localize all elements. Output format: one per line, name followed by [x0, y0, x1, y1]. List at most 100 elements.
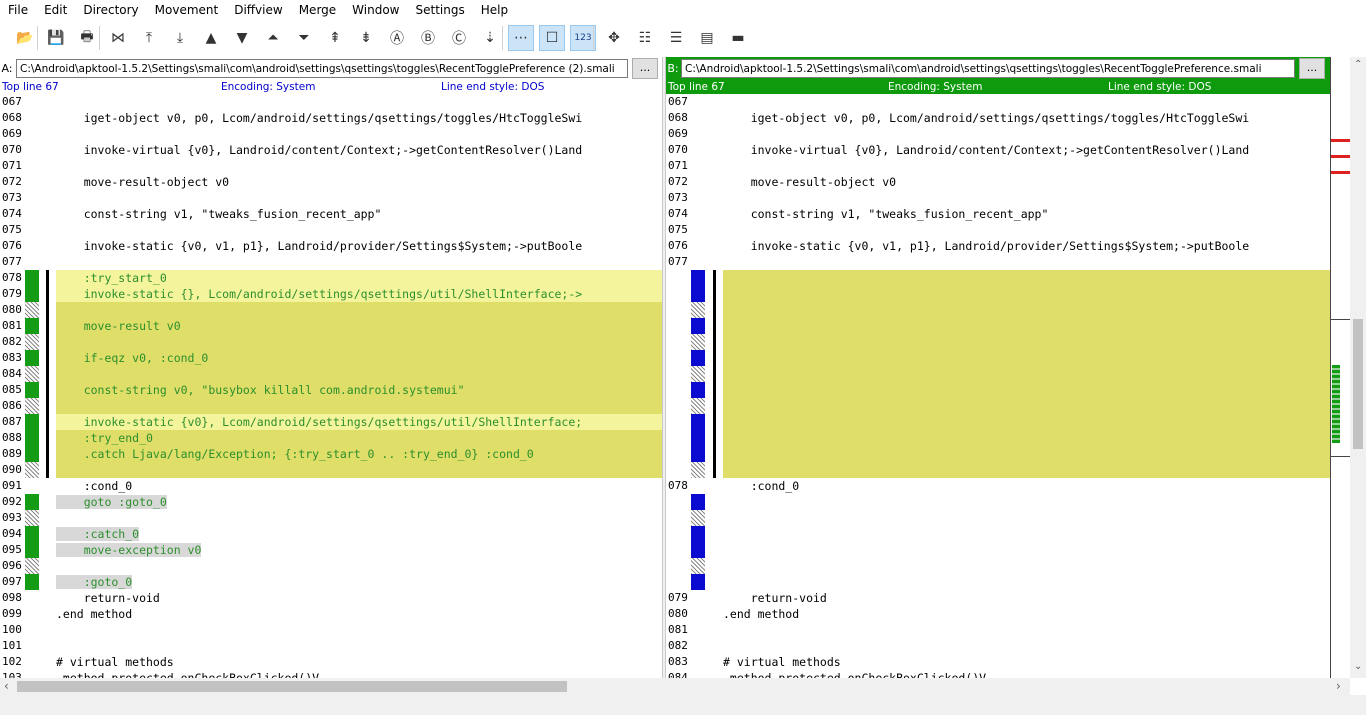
code-line[interactable]: 068 iget-object v0, p0, Lcom/android/set… — [666, 110, 1330, 126]
code-line[interactable]: 075 — [666, 222, 1330, 238]
pane-b-path-field[interactable]: C:\Android\apktool-1.5.2\Settings\smali\… — [681, 59, 1295, 78]
code-line[interactable] — [666, 462, 1330, 478]
code-line[interactable]: 070 invoke-virtual {v0}, Landroid/conten… — [666, 142, 1330, 158]
code-line[interactable]: 069 — [0, 126, 662, 142]
next-conflict-button[interactable]: ⏷ — [291, 25, 317, 51]
next-delta-button[interactable]: ▼ — [229, 25, 255, 51]
code-line[interactable]: 069 — [666, 126, 1330, 142]
collapse-button[interactable]: ▬ — [725, 25, 751, 51]
prev-delta-button[interactable]: ▲ — [198, 25, 224, 51]
code-line[interactable]: 087 invoke-static {v0}, Lcom/android/set… — [0, 414, 662, 430]
goto-first-delta-button[interactable]: ⤒ — [136, 25, 162, 51]
menu-merge[interactable]: Merge — [291, 0, 344, 20]
code-line[interactable] — [666, 302, 1330, 318]
code-line[interactable]: 102 # virtual methods — [0, 654, 662, 670]
save-button[interactable]: 💾 — [43, 25, 69, 51]
code-line[interactable]: 098 return-void — [0, 590, 662, 606]
code-line[interactable]: 093 — [0, 510, 662, 526]
code-line[interactable]: 073 — [666, 190, 1330, 206]
code-line[interactable]: 081 move-result v0 — [0, 318, 662, 334]
code-line[interactable] — [666, 318, 1330, 334]
code-line[interactable]: 094 :catch_0 — [0, 526, 662, 542]
code-line[interactable]: 084 .method protected onCheckBoxClicked()… — [666, 670, 1330, 678]
menu-movement[interactable]: Movement — [147, 0, 227, 20]
menu-file[interactable]: File — [0, 0, 36, 20]
word-wrap-button[interactable]: ▤ — [694, 25, 720, 51]
code-line[interactable]: 084 — [0, 366, 662, 382]
code-line[interactable] — [666, 542, 1330, 558]
menu-diffview[interactable]: Diffview — [226, 0, 290, 20]
code-line[interactable]: 070 invoke-virtual {v0}, Landroid/conten… — [0, 142, 662, 158]
code-line[interactable]: 101 — [0, 638, 662, 654]
scroll-up-icon[interactable]: ⌃ — [1354, 59, 1362, 70]
code-line[interactable]: 096 — [0, 558, 662, 574]
code-line[interactable] — [666, 398, 1330, 414]
code-line[interactable]: 092 goto :goto_0 — [0, 494, 662, 510]
code-line[interactable]: 089 .catch Ljava/lang/Exception; {:try_s… — [0, 446, 662, 462]
code-line[interactable]: 083 if-eqz v0, :cond_0 — [0, 350, 662, 366]
prev-conflict-button[interactable]: ⏶ — [260, 25, 286, 51]
code-line[interactable]: 090 — [0, 462, 662, 478]
code-line[interactable]: 073 — [0, 190, 662, 206]
code-line[interactable]: 075 — [0, 222, 662, 238]
code-line[interactable] — [666, 510, 1330, 526]
prev-unsolved-button[interactable]: ⇞ — [322, 25, 348, 51]
code-line[interactable] — [666, 446, 1330, 462]
goto-last-delta-button[interactable]: ⤓ — [167, 25, 193, 51]
code-line[interactable]: 074 const-string v1, "tweaks_fusion_rece… — [0, 206, 662, 222]
menu-help[interactable]: Help — [473, 0, 516, 20]
choose-a-button[interactable]: Ⓐ — [384, 25, 410, 51]
split-diff-button[interactable]: ☷ — [632, 25, 658, 51]
code-line[interactable]: 080 .end method — [666, 606, 1330, 622]
code-line[interactable]: 071 — [666, 158, 1330, 174]
overview-button[interactable]: ✥ — [601, 25, 627, 51]
code-line[interactable]: 076 invoke-static {v0, v1, p1}, Landroid… — [666, 238, 1330, 254]
code-line[interactable]: 079 return-void — [666, 590, 1330, 606]
scroll-left-icon[interactable]: ‹ — [4, 679, 9, 693]
code-line[interactable] — [666, 430, 1330, 446]
scroll-right-icon[interactable]: › — [1336, 679, 1341, 693]
print-button[interactable]: 🖶 — [74, 25, 100, 51]
code-line[interactable] — [666, 270, 1330, 286]
code-line[interactable]: 072 move-result-object v0 — [666, 174, 1330, 190]
code-line[interactable] — [666, 494, 1330, 510]
code-line[interactable] — [666, 382, 1330, 398]
select-current-diff-button[interactable]: ⋈ — [105, 25, 131, 51]
code-line[interactable]: 099 .end method — [0, 606, 662, 622]
code-line[interactable] — [666, 334, 1330, 350]
code-line[interactable]: 097 :goto_0 — [0, 574, 662, 590]
code-line[interactable] — [666, 526, 1330, 542]
show-whitespace-button[interactable]: ⋯ — [508, 25, 534, 51]
code-line[interactable]: 100 — [0, 622, 662, 638]
code-line[interactable]: 088 :try_end_0 — [0, 430, 662, 446]
code-line[interactable]: 085 const-string v0, "busybox killall co… — [0, 382, 662, 398]
code-line[interactable] — [666, 574, 1330, 590]
scroll-down-icon[interactable]: ⌄ — [1354, 661, 1362, 672]
show-whitespace-in-diff-button[interactable]: ☐ — [539, 25, 565, 51]
code-line[interactable]: 074 const-string v1, "tweaks_fusion_rece… — [666, 206, 1330, 222]
horizontal-scrollbar[interactable]: ‹ › — [0, 678, 1350, 695]
location-overview[interactable] — [1330, 57, 1351, 678]
code-line[interactable]: 082 — [0, 334, 662, 350]
code-line[interactable] — [666, 286, 1330, 302]
next-unsolved-button[interactable]: ⇟ — [353, 25, 379, 51]
code-line[interactable] — [666, 558, 1330, 574]
code-line[interactable]: 067 — [666, 94, 1330, 110]
code-line[interactable]: 091 :cond_0 — [0, 478, 662, 494]
code-line[interactable]: 080 — [0, 302, 662, 318]
open-folder-button[interactable]: 📂 — [12, 25, 38, 51]
code-line[interactable]: 067 — [0, 94, 662, 110]
menu-window[interactable]: Window — [344, 0, 407, 20]
code-line[interactable] — [666, 366, 1330, 382]
vertical-scroll-thumb[interactable] — [1353, 319, 1363, 449]
code-line[interactable]: 082 — [666, 638, 1330, 654]
vertical-scrollbar[interactable]: ⌃ ⌄ — [1350, 57, 1366, 678]
code-line[interactable]: 071 — [0, 158, 662, 174]
code-line[interactable]: 076 invoke-static {v0, v1, p1}, Landroid… — [0, 238, 662, 254]
horizontal-scroll-thumb[interactable] — [17, 681, 567, 692]
menu-settings[interactable]: Settings — [408, 0, 473, 20]
pane-b-editor[interactable]: 067 068 iget-object v0, p0, Lcom/android/… — [666, 94, 1330, 678]
code-line[interactable]: 077 — [0, 254, 662, 270]
choose-c-button[interactable]: Ⓒ — [446, 25, 472, 51]
code-line[interactable]: 068 iget-object v0, p0, Lcom/android/set… — [0, 110, 662, 126]
